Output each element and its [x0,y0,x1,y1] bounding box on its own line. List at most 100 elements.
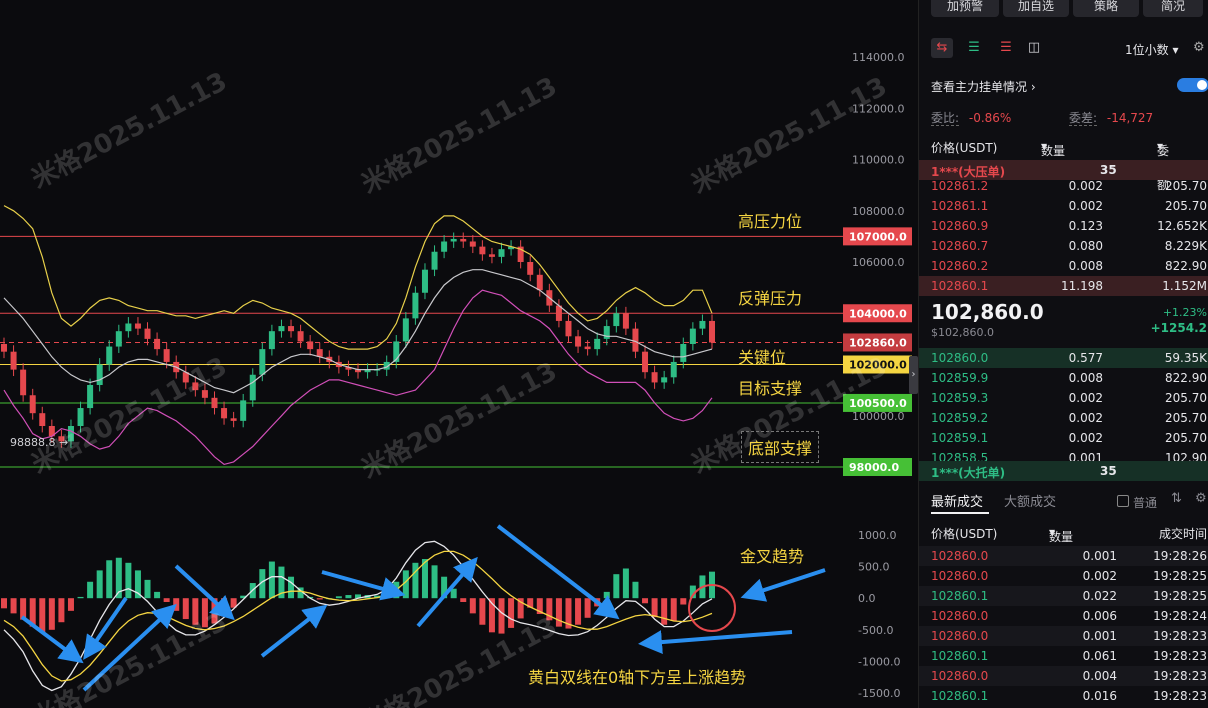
candle-body [259,349,266,375]
row-qty: 0.004 [1082,669,1117,683]
strategy-button[interactable]: 策略 [1073,0,1139,17]
ask-row[interactable]: 102861.2 0.002 205.70 [919,176,1208,196]
macd-tick-label: 1000.0 [858,529,897,542]
row-price: 102860.0 [931,629,989,643]
precision-select[interactable]: 1位小数 ▾ [1125,41,1178,58]
row-price: 102860.9 [931,219,989,233]
row-qty: 0.008 [1068,259,1103,273]
candle-body [144,328,151,339]
chart-area[interactable]: 114000.0 112000.0 110000.0 108000.0 106000.0… [0,0,918,708]
candle-body [421,269,428,293]
candle-body [709,320,715,343]
ask-row[interactable]: 102860.2 0.008 822.90 [919,256,1208,276]
ask-row[interactable]: 102860.9 0.123 12.652K [919,216,1208,236]
book-bids-icon[interactable]: ☰ [963,38,985,58]
panel-splitter[interactable]: › [909,356,918,394]
trade-row[interactable]: 102860.0 0.001 19:28:26 [919,546,1208,566]
ask-row[interactable]: 102860.1 11.198 1.152M [919,276,1208,296]
normal-checkbox[interactable] [1117,495,1129,507]
row-time: 19:28:25 [1153,569,1207,583]
row-price: 102860.0 [931,669,989,683]
candle-body [163,349,170,362]
candle-body [661,377,668,383]
book-asks-icon[interactable]: ☰ [995,38,1017,58]
tab-large-trades[interactable]: 大额成交 [1004,491,1056,510]
bid-row[interactable]: 102859.2 0.002 205.70 [919,408,1208,428]
candle-body [115,331,122,347]
row-time: 19:28:23 [1153,649,1207,663]
trade-row[interactable]: 102860.1 0.022 19:28:25 [919,586,1208,606]
amount-column-header[interactable]: 委托额 ▾ [1157,139,1169,192]
tab-latest-trades[interactable]: 最新成交 [931,491,983,510]
level-tag-text: 102860.0 [849,336,907,349]
macd-bar [173,598,180,611]
row-time: 19:28:23 [1153,669,1207,683]
candle-body [87,385,94,409]
trade-row[interactable]: 102860.1 0.061 19:28:23 [919,646,1208,666]
candle-body [536,274,543,291]
candle-body [268,331,275,350]
bid-row[interactable]: 102859.3 0.002 205.70 [919,388,1208,408]
annotation-arrow [321,570,406,601]
row-price: 102859.2 [931,411,989,425]
candle-body [613,313,620,327]
bid-row[interactable]: 102859.9 0.008 822.90 [919,368,1208,388]
macd-tick-label: 0.0 [858,592,876,605]
candle-body [680,344,687,362]
check-main-orders-link[interactable]: 查看主力挂单情况 › [931,78,1036,95]
candle-body [20,369,27,396]
trade-row[interactable]: 102860.0 0.001 19:28:23 [919,626,1208,646]
candle-body [670,361,677,378]
candle-body [460,238,467,242]
trade-settings-icon[interactable]: ⚙ [1195,491,1207,506]
add-alert-button[interactable]: 加预警 [931,0,999,17]
row-amount: 822.90 [1165,259,1207,273]
trade-row[interactable]: 102860.0 0.004 19:28:23 [919,666,1208,686]
bid-row[interactable]: 102860.0 0.577 59.35K [919,348,1208,368]
macd-bar [680,598,687,605]
golden-cross-label: 金叉趋势 [740,547,805,566]
macd-bar [77,596,84,599]
macd-bar [39,598,46,633]
low-marker: 98888.8 → [10,436,69,449]
row-price: 102860.1 [931,279,989,293]
row-price: 102860.0 [931,351,989,365]
candle-body [603,326,610,339]
add-watchlist-button[interactable]: 加自选 [1003,0,1069,17]
row-qty: 0.002 [1068,431,1103,445]
candle-body [469,241,476,247]
row-price: 102861.2 [931,179,989,193]
candle-body [77,408,84,426]
annotation-arrow [260,604,328,658]
ask-row[interactable]: 102861.1 0.002 205.70 [919,196,1208,216]
main-orders-toggle[interactable] [1177,78,1208,92]
macd-bar [134,570,141,599]
candle-body [565,320,572,337]
row-price: 102859.3 [931,391,989,405]
row-price: 102860.1 [931,689,989,703]
ask-row[interactable]: 102860.7 0.080 8.229K [919,236,1208,256]
trade-row[interactable]: 102860.0 0.006 19:28:24 [919,606,1208,626]
candle-body [249,374,256,401]
y-tick-label: 110000.0 [852,154,905,167]
trade-row[interactable]: 102860.0 0.002 19:28:25 [919,566,1208,586]
trade-qty-header[interactable]: 数量(BTC) ▾ [1049,525,1082,559]
last-price: 102,860.0 [931,300,1044,324]
macd-bar [335,596,342,599]
candle-body [699,320,706,329]
macd-tick-label: -1000.0 [858,655,900,668]
bid-row[interactable]: 102859.1 0.002 205.70 [919,428,1208,448]
qty-column-header[interactable]: 数量 (BTC) ▾ [1041,139,1074,173]
trade-row[interactable]: 102860.1 0.016 19:28:23 [919,686,1208,706]
macd-bar [288,576,295,599]
level-tag-text: 107000.0 [849,230,907,243]
summary-button[interactable]: 简况 [1143,0,1203,17]
candle-body [307,341,314,350]
y-tick-label: 106000.0 [852,256,905,269]
filter-icon[interactable]: ⇅ [1171,491,1182,506]
book-both-icon[interactable]: ⇆ [931,38,953,58]
book-trades-icon[interactable]: ◫ [1023,38,1045,58]
candle-body [67,426,74,442]
row-price: 102861.1 [931,199,989,213]
settings-icon[interactable]: ⚙ [1193,40,1205,55]
